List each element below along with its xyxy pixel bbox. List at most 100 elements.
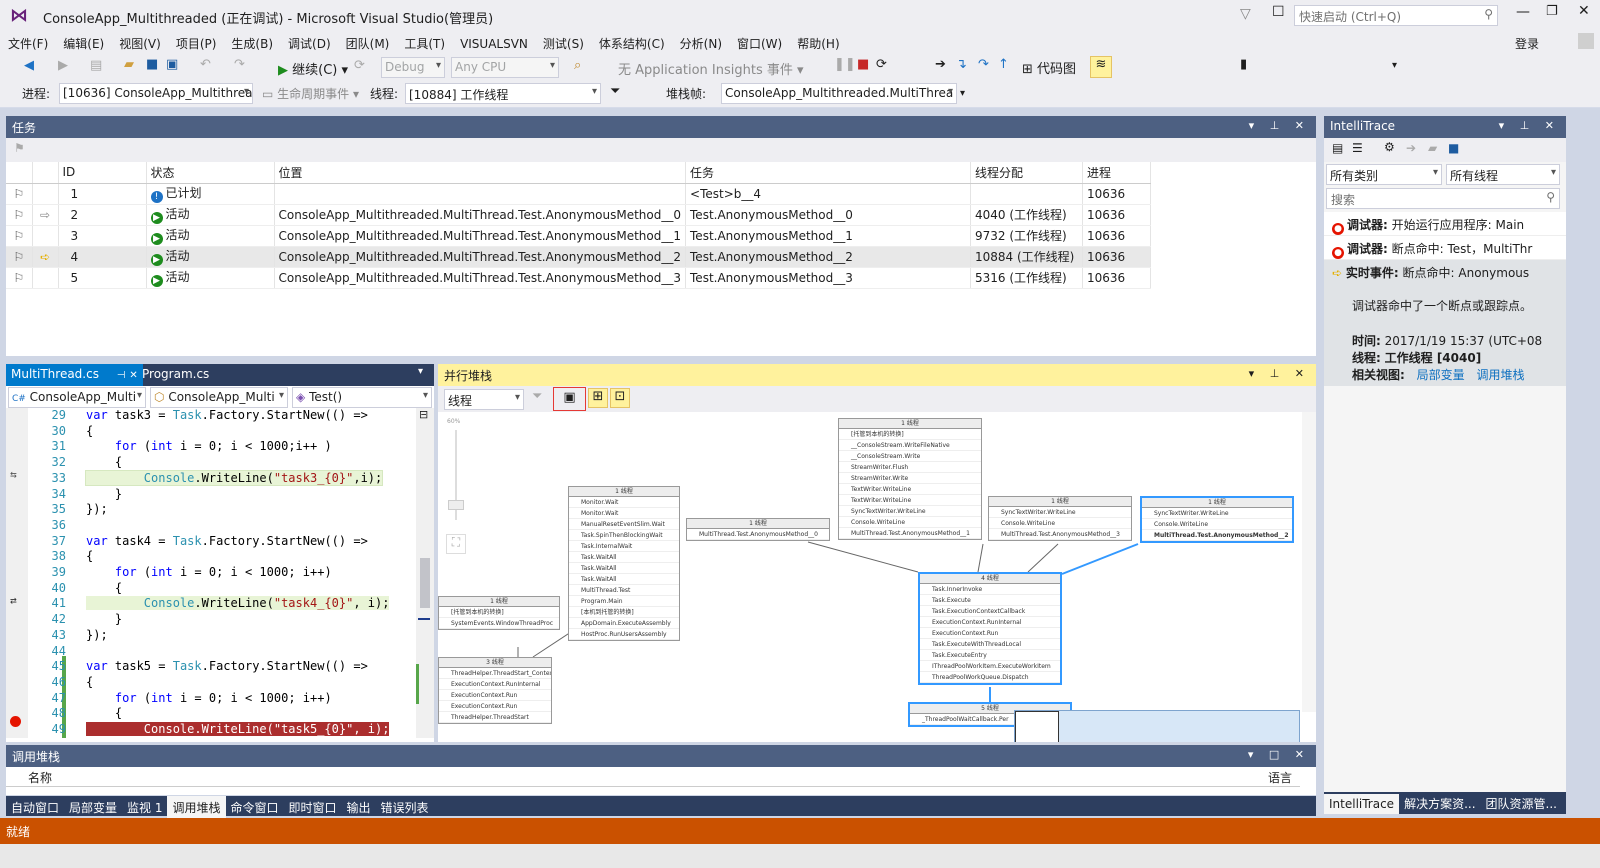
- stack-frame[interactable]: Console.WriteLine: [1142, 519, 1292, 530]
- stack-frame[interactable]: SystemEvents.WindowThreadProc: [439, 618, 559, 629]
- code-area[interactable]: ⇆ ⇄ 29 var task3 = Task.Factory.StartNew(…: [6, 408, 434, 738]
- stack-node[interactable]: 3 线程 ThreadHelper.ThreadStart_Context Exec…: [438, 657, 552, 724]
- close-button[interactable]: ✕: [1578, 3, 1590, 19]
- application-insights-button[interactable]: 无 Application Insights 事件 ▾: [618, 59, 804, 78]
- stack-frame[interactable]: __ConsoleStream.Write: [839, 451, 981, 462]
- new-project-icon[interactable]: ▤: [90, 58, 102, 73]
- stack-frame[interactable]: TextWriter.WriteLine: [839, 495, 981, 506]
- stack-frame[interactable]: MultiThread.Test: [569, 585, 679, 596]
- stack-frame[interactable]: SyncTextWriter.WriteLine: [839, 506, 981, 517]
- stack-node[interactable]: 1 线程 MultiThread.Test.AnonymousMethod__0: [686, 518, 830, 541]
- open-icon[interactable]: ▰: [124, 57, 134, 72]
- stack-frame[interactable]: TextWriter.WriteLine: [839, 484, 981, 495]
- view-dropdown[interactable]: 线程: [444, 389, 524, 410]
- tool-tab[interactable]: 局部变量: [64, 796, 122, 819]
- menu-item[interactable]: 测试(S): [535, 32, 591, 52]
- filter-icon[interactable]: ▽: [1240, 6, 1251, 22]
- menu-item[interactable]: 分析(N): [672, 32, 729, 52]
- stack-frame[interactable]: Task.WaitAll: [569, 563, 679, 574]
- col-name[interactable]: 名称: [28, 769, 52, 786]
- col-status[interactable]: 状态: [146, 162, 275, 184]
- tool-tab[interactable]: IntelliTrace: [1324, 794, 1400, 814]
- stack-frame[interactable]: Console.WriteLine: [989, 518, 1131, 529]
- stack-frame[interactable]: Monitor.Wait: [569, 497, 679, 508]
- tool-tab[interactable]: 团队资源管...: [1481, 792, 1562, 815]
- feedback-icon[interactable]: ☐: [1272, 4, 1285, 20]
- scroll-thumb[interactable]: [420, 558, 430, 608]
- thread-marker-icon[interactable]: ⇆: [10, 468, 17, 481]
- quick-launch-input[interactable]: 快速启动 (Ctrl+Q) ⚲: [1294, 5, 1498, 26]
- menu-item[interactable]: 生成(B): [223, 32, 280, 52]
- locals-link[interactable]: 局部变量: [1417, 368, 1465, 382]
- forward-icon[interactable]: ▶: [58, 58, 68, 73]
- stack-frame[interactable]: StreamWriter.Write: [839, 473, 981, 484]
- code-line[interactable]: {: [86, 675, 93, 689]
- code-line[interactable]: Console.WriteLine("task4_{0}", i);: [86, 596, 390, 611]
- intellitrace-search[interactable]: 搜索 ⚲: [1326, 188, 1560, 209]
- stack-frame[interactable]: __ConsoleStream.WriteFileNative: [839, 440, 981, 451]
- col-language[interactable]: 语言: [1268, 769, 1292, 786]
- vertical-scrollbar[interactable]: ⊟: [416, 408, 434, 738]
- project-nav-dropdown[interactable]: C# ConsoleApp_Multi: [8, 387, 146, 408]
- class-nav-dropdown[interactable]: ⬡ ConsoleApp_Multi: [150, 387, 288, 408]
- step-over-icon[interactable]: ↷: [978, 57, 989, 72]
- bird-eye-view[interactable]: [1014, 710, 1300, 742]
- method-view-icon[interactable]: ⊞: [588, 388, 608, 408]
- stack-frame[interactable]: Task.ExecuteEntry: [920, 650, 1060, 661]
- stack-frame[interactable]: ExecutionContext.RunInternal: [920, 617, 1060, 628]
- code-line[interactable]: {: [86, 424, 93, 438]
- stack-frame[interactable]: ExecutionContext.Run: [920, 628, 1060, 639]
- code-line[interactable]: {: [86, 581, 122, 595]
- code-line[interactable]: var task3 = Task.Factory.StartNew(() =>: [86, 408, 368, 422]
- more-toolbar2-icon[interactable]: ▾: [960, 88, 965, 99]
- member-nav-dropdown[interactable]: ◈ Test(): [292, 387, 432, 408]
- menu-item[interactable]: 项目(P): [168, 32, 224, 52]
- stack-frame[interactable]: MultiThread.Test.AnonymousMethod__3: [989, 529, 1131, 540]
- back-icon[interactable]: ◀: [24, 58, 34, 73]
- panel-buttons[interactable]: ▾ □ ✕: [1248, 748, 1310, 761]
- stack-frame[interactable]: Console.WriteLine: [839, 517, 981, 528]
- stack-frame[interactable]: ThreadPoolWorkQueue.Dispatch: [920, 672, 1060, 683]
- menu-item[interactable]: VISUALSVN: [452, 34, 535, 51]
- code-line[interactable]: {: [86, 455, 122, 469]
- code-line[interactable]: Console.WriteLine("task3_{0}",i);: [84, 469, 384, 486]
- process-dropdown[interactable]: [10636] ConsoleApp_Multithrea: [59, 83, 253, 104]
- menu-item[interactable]: 编辑(E): [55, 32, 111, 52]
- filter-icon[interactable]: ⏷: [532, 389, 542, 404]
- bird-eye-viewport[interactable]: [1015, 711, 1059, 742]
- tool-tab[interactable]: 即时窗口: [284, 796, 342, 819]
- task-row[interactable]: ⚐ ➪ 4 ▶ 活动 ConsoleApp_Multithreaded.MultiThre…: [6, 246, 1152, 268]
- tool-tab[interactable]: 解决方案资...: [1399, 792, 1480, 815]
- tab-multithread-cs[interactable]: MultiThread.cs ⊣ ✕: [6, 364, 143, 386]
- live-event-detail[interactable]: ➪ 实时事件: 断点命中: Anonymous 调试器命中了一个断点或跟踪点。 …: [1324, 260, 1566, 386]
- stack-frame[interactable]: Program.Main: [569, 596, 679, 607]
- stack-node[interactable]: 1 线程 SyncTextWriter.WriteLine Console.Writ…: [988, 496, 1132, 541]
- menu-item[interactable]: 调试(D): [280, 32, 338, 52]
- parallel-vscroll[interactable]: [1302, 412, 1316, 712]
- stack-frame[interactable]: Task.InnerInvoke: [920, 584, 1060, 595]
- menu-item[interactable]: 帮助(H): [789, 32, 846, 52]
- stack-frame[interactable]: IThreadPoolWorkItem.ExecuteWorkItem: [920, 661, 1060, 672]
- col-thread[interactable]: 线程分配: [970, 162, 1084, 184]
- stack-frame[interactable]: ManualResetEventSlim.Wait: [569, 519, 679, 530]
- col-process[interactable]: 进程: [1082, 162, 1152, 184]
- account-icon[interactable]: [1578, 33, 1594, 49]
- save-all-icon[interactable]: ▣: [166, 57, 178, 72]
- stack-frame[interactable]: SyncTextWriter.WriteLine: [989, 507, 1131, 518]
- task-row[interactable]: ⚐ 1! 已计划 <Test>b__4 10636: [6, 183, 1152, 205]
- save-trace-icon[interactable]: ■: [1448, 141, 1459, 155]
- flag-cell[interactable]: ⚐: [6, 246, 33, 268]
- stackframe-dropdown[interactable]: ConsoleApp_Multithreaded.MultiThrea: [721, 83, 957, 104]
- stack-canvas[interactable]: 60% ⛶ 1 线程 [托管到本机的转换] SystemEvents.WindowT…: [438, 412, 1316, 742]
- thread-marker-icon[interactable]: ⇄: [10, 594, 17, 607]
- close-tab-icon[interactable]: ✕: [129, 370, 137, 381]
- stack-frame[interactable]: MultiThread.Test.AnonymousMethod__0: [687, 529, 829, 540]
- code-line[interactable]: var task4 = Task.Factory.StartNew(() =>: [86, 534, 368, 548]
- code-line[interactable]: Console.WriteLine("task5_{0}", i);: [86, 722, 390, 736]
- menu-item[interactable]: 团队(M): [338, 32, 397, 52]
- flag-cell[interactable]: ⚐: [6, 267, 33, 289]
- split-icon[interactable]: ⊟: [419, 408, 428, 421]
- list-view-icon[interactable]: ▤: [1332, 141, 1343, 155]
- maximize-button[interactable]: ❐: [1546, 4, 1558, 19]
- show-next-statement-icon[interactable]: ➔: [935, 57, 946, 72]
